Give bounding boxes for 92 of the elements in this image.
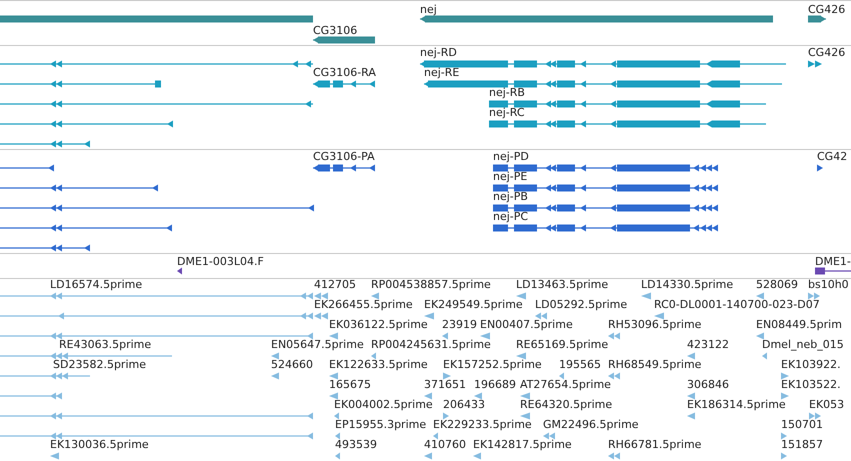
feature-glyph[interactable]	[371, 291, 379, 301]
feature-label: nej-PE	[493, 170, 528, 183]
feature-glyph[interactable]	[271, 351, 279, 361]
feature-glyph[interactable]	[329, 371, 338, 381]
feature-glyph[interactable]	[335, 431, 340, 441]
feature-glyph[interactable]	[756, 291, 764, 301]
feature-label: DME1-003L04.F	[177, 255, 264, 268]
feature-label: 206433	[443, 398, 485, 411]
feature-label: EK249549.5prime	[424, 298, 523, 311]
feature-label: SD23582.5prime	[53, 358, 146, 371]
feature-glyph[interactable]	[371, 351, 376, 361]
feature-label: CG3106-PA	[313, 150, 375, 163]
feature-label: EK266455.5prime	[314, 298, 413, 311]
feature-glyph[interactable]	[474, 391, 482, 401]
feature-label: 524660	[271, 358, 313, 371]
feature-label: EK053	[809, 398, 844, 411]
feature-label: nej-RB	[489, 86, 525, 99]
feature-label: RH53096.5prime	[608, 318, 702, 331]
feature-label: LD16574.5prime	[50, 279, 142, 291]
feature-label: LD14330.5prime	[641, 279, 734, 291]
feature-glyph[interactable]	[329, 391, 338, 401]
feature-glyph[interactable]	[177, 266, 182, 276]
feature-label: nej-RD	[420, 46, 457, 59]
feature-label: 306846	[687, 378, 729, 391]
feature-glyph[interactable]	[781, 371, 789, 381]
feature-label: 410760	[424, 438, 466, 451]
feature-label: EK103922.	[781, 358, 841, 371]
feature-label: 23919	[442, 318, 477, 331]
feature-label: 371651	[424, 378, 466, 391]
feature-label: AT27654.5prime	[520, 378, 611, 391]
feature-label: RE64320.5prime	[520, 398, 612, 411]
feature-label: EK004002.5prime	[334, 398, 433, 411]
feature-label: CG3106-RA	[313, 66, 376, 79]
feature-label: RC0-DL0001-140700-023-D07	[654, 298, 820, 311]
feature-label: nej-PC	[493, 210, 528, 223]
feature-glyph[interactable]	[433, 431, 438, 441]
feature-label: RE65169.5prime	[516, 338, 608, 351]
feature-label: EK186314.5prime	[687, 398, 786, 411]
feature-label: Dmel_neb_015	[762, 338, 844, 351]
feature-glyph[interactable]	[654, 311, 664, 321]
feature-label: DME1-	[815, 255, 851, 268]
feature-label: EK130036.5prime	[50, 438, 149, 451]
feature-label: 493539	[335, 438, 377, 451]
feature-label: EK036122.5prime	[329, 318, 428, 331]
feature-label: 165675	[329, 378, 371, 391]
feature-label: 528069	[756, 279, 798, 291]
feature-label: nej-RE	[424, 66, 460, 79]
feature-label: RP004538857.5prime	[371, 279, 491, 291]
feature-glyph[interactable]	[314, 291, 328, 301]
feature-label: 423122	[687, 338, 729, 351]
feature-label: 196689	[474, 378, 516, 391]
feature-glyph[interactable]	[781, 431, 787, 441]
feature-glyph[interactable]	[809, 411, 821, 421]
feature-label: CG42	[817, 150, 848, 163]
feature-glyph[interactable]	[520, 391, 530, 401]
feature-label: RH68549.5prime	[608, 358, 702, 371]
feature-label: EK122633.5prime	[329, 358, 428, 371]
feature-glyph[interactable]	[535, 311, 547, 321]
feature-label: EK103522.	[781, 378, 841, 391]
feature-label: GM22496.5prime	[543, 418, 639, 431]
feature-label: RP004245631.5prime	[371, 338, 491, 351]
feature-glyph[interactable]	[443, 371, 451, 381]
feature-glyph[interactable]	[442, 331, 448, 341]
feature-label: CG3106	[313, 24, 358, 37]
feature-label: RH66781.5prime	[608, 438, 702, 451]
feature-label: 412705	[314, 279, 356, 291]
feature-glyph[interactable]	[50, 351, 172, 361]
feature-label: 195565	[559, 358, 601, 371]
feature-label: EK157252.5prime	[443, 358, 542, 371]
feature-label: RE43063.5prime	[59, 338, 152, 351]
feature-label: 150701	[781, 418, 823, 431]
feature-label: CG426	[808, 46, 846, 59]
feature-label: nej-PB	[493, 190, 528, 203]
feature-glyph[interactable]	[815, 266, 851, 276]
feature-label: EP15955.3prime	[335, 418, 426, 431]
feature-label: EK229233.5prime	[433, 418, 532, 431]
feature-label: nej	[420, 3, 437, 16]
feature-label: LD13463.5prime	[516, 279, 608, 291]
feature-glyph[interactable]	[687, 391, 695, 401]
feature-label: nej-RC	[489, 106, 525, 119]
feature-label: EN05647.5prime	[271, 338, 364, 351]
feature-glyph[interactable]	[334, 411, 339, 421]
feature-label: LD05292.5prime	[535, 298, 628, 311]
feature-label: nej-PD	[493, 150, 529, 163]
feature-label: EK142817.5prime	[473, 438, 572, 451]
feature-label: EN00407.5prime	[480, 318, 573, 331]
feature-glyph[interactable]	[443, 411, 449, 421]
feature-glyph[interactable]	[808, 291, 820, 301]
feature-label: 151857	[781, 438, 823, 451]
feature-label: CG426	[808, 3, 846, 16]
feature-label: EN08449.5prim	[756, 318, 842, 331]
feature-label: bs10h0	[808, 279, 849, 291]
